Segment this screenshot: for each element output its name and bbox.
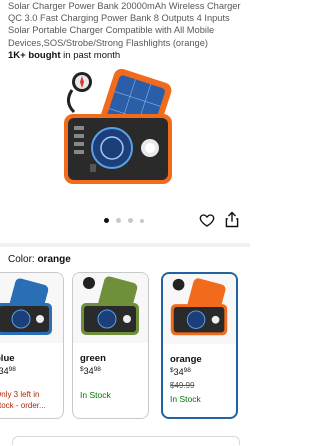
variant-stock-status: In Stock [170, 394, 201, 404]
variant-card-orange[interactable]: orange $3498 $49.99 In Stock [161, 272, 238, 419]
product-image[interactable] [50, 68, 190, 198]
variant-card-green[interactable]: green $3498 In Stock [72, 272, 149, 419]
variant-stock-status: Only 3 left in stock - order... [0, 389, 46, 411]
price-cents: 98 [8, 366, 16, 373]
price-cents: 98 [183, 367, 191, 374]
variant-image [163, 274, 236, 344]
variant-price: $3498 [80, 366, 101, 376]
variant-image [73, 273, 148, 343]
stock-line: stock - order... [0, 401, 46, 410]
next-section-preview [0, 424, 250, 446]
stock-line: Only 3 left in [0, 390, 40, 399]
bought-count: 1K+ bought in past month [8, 50, 120, 61]
color-label-prefix: Color: [8, 254, 38, 265]
section-divider [0, 243, 250, 247]
variant-name: orange [170, 354, 202, 365]
heart-icon[interactable] [199, 212, 215, 228]
variant-image [0, 273, 63, 343]
variant-price: $3498 [0, 366, 16, 376]
next-section-edge [12, 436, 240, 445]
carousel-dot[interactable] [128, 218, 133, 223]
product-title: Solar Charger Power Bank 20000mAh Wirele… [8, 1, 241, 48]
color-selected-value: orange [37, 254, 71, 265]
variant-stock-status: In Stock [80, 390, 111, 400]
image-carousel-dots [104, 218, 144, 223]
variant-list-price: $49.99 [170, 381, 195, 390]
carousel-dot[interactable] [140, 218, 144, 223]
price-whole: 34 [83, 366, 94, 376]
variant-price: $3498 [170, 367, 191, 377]
variant-name: blue [0, 353, 15, 364]
share-icon[interactable] [225, 211, 239, 228]
carousel-dot[interactable] [116, 218, 121, 223]
bought-count-rest: in past month [60, 50, 121, 61]
price-cents: 98 [93, 366, 101, 373]
variant-name: green [80, 353, 106, 364]
price-whole: 34 [0, 366, 9, 376]
carousel-dot[interactable] [104, 218, 109, 223]
bought-count-bold: 1K+ bought [8, 50, 61, 61]
price-whole: 34 [173, 367, 184, 377]
variant-card-blue[interactable]: blue $3498 Only 3 left in stock - order..… [0, 272, 64, 419]
color-label: Color: orange [8, 254, 71, 265]
